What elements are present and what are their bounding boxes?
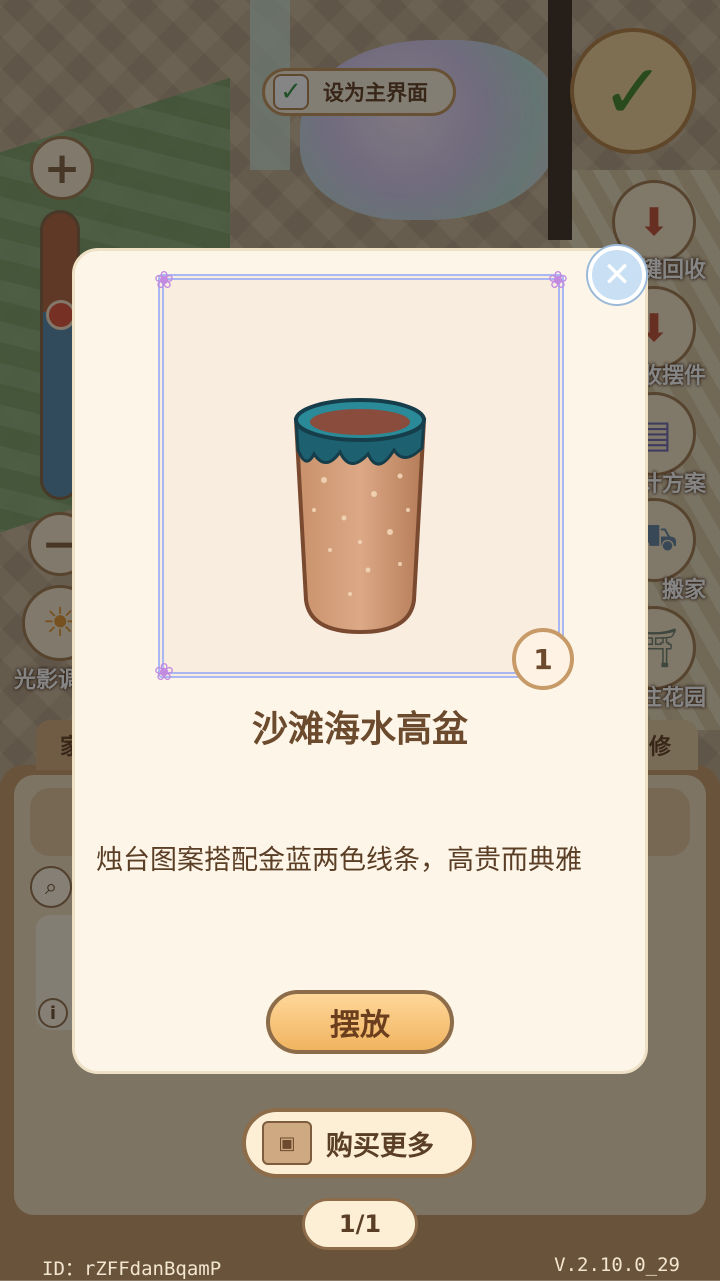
close-icon: ✕ (602, 255, 632, 295)
quantity-badge: 1 (512, 628, 574, 690)
buy-more-button[interactable]: ▣ 购买更多 (242, 1108, 476, 1178)
beach-seawater-tall-pot-image (293, 398, 427, 635)
shop-box-icon: ▣ (262, 1121, 312, 1165)
item-image-frame: ❀ ❀ ❀ (154, 266, 568, 686)
item-description: 烛台图案搭配金蓝两色线条，高贵而典雅 (96, 845, 582, 876)
place-button[interactable]: 摆放 (266, 990, 454, 1054)
item-name: 沙滩海水高盆 (251, 709, 468, 750)
buy-more-label: 购买更多 (326, 1130, 434, 1162)
version-label: V.2.10.0_29 (554, 1254, 680, 1276)
close-button[interactable]: ✕ (588, 246, 646, 304)
page-indicator: 1/1 (302, 1198, 418, 1250)
player-id: ID：rZFFdanBqamP (42, 1258, 222, 1280)
